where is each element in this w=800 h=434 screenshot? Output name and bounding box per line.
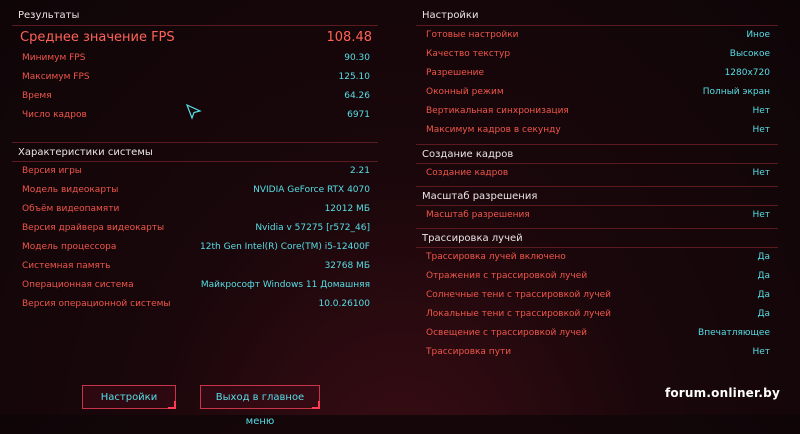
avg-fps-value: 108.48 (326, 30, 373, 45)
setting-label: Разрешение (426, 68, 485, 78)
setting-row: Разрешение 1280x720 (416, 64, 778, 83)
spec-row: Модель видеокарты NVIDIA GeForce RTX 407… (12, 181, 378, 200)
spec-label: Системная память (22, 261, 111, 271)
setting-value: Да (757, 252, 770, 262)
setting-label: Трассировка лучей включено (426, 252, 566, 262)
setting-value: Нет (752, 210, 770, 220)
pointer-cursor-icon (185, 103, 202, 124)
spec-label: Модель видеокарты (22, 185, 119, 195)
setting-value: Иное (746, 30, 770, 40)
setting-value: Полный экран (702, 87, 770, 97)
spec-label: Операционная система (22, 280, 134, 290)
setting-value: Да (757, 309, 770, 319)
right-panel: Настройки Готовые настройки Иное Качеств… (416, 6, 778, 366)
setting-value: Нет (752, 168, 770, 178)
setting-row: Вертикальная синхронизация Нет (416, 102, 778, 121)
setting-row: Трассировка пути Нет (416, 343, 778, 362)
setting-label: Трассировка пути (426, 347, 512, 357)
spec-row: Объём видеопамяти 12012 МБ (12, 200, 378, 219)
stat-row: Максимум FPS 125.10 (12, 68, 378, 87)
res-scale-title: Масштаб разрешения (416, 186, 778, 206)
spec-value: 2.21 (349, 166, 370, 176)
setting-row: Максимум кадров в секунду Нет (416, 121, 778, 140)
setting-row: Оконный режим Полный экран (416, 83, 778, 102)
setting-label: Солнечные тени с трассировкой лучей (426, 290, 612, 300)
setting-label: Вертикальная синхронизация (426, 106, 569, 116)
stat-label: Максимум FPS (22, 72, 90, 82)
res-scale-section: Масштаб разрешения Масштаб разрешения Не… (416, 186, 778, 225)
setting-row: Масштаб разрешения Нет (416, 206, 778, 225)
avg-fps-label: Среднее значение FPS (20, 30, 175, 45)
setting-row: Освещение с трассировкой лучей Впечатляю… (416, 324, 778, 343)
setting-label: Отражения с трассировкой лучей (426, 271, 588, 281)
spec-row: Версия драйвера видеокарты Nvidia v 5727… (12, 219, 378, 238)
ray-tracing-section: Трассировка лучей Трассировка лучей вклю… (416, 228, 778, 362)
spec-row: Системная память 32768 МБ (12, 257, 378, 276)
spec-value: NVIDIA GeForce RTX 4070 (253, 185, 370, 195)
setting-value: Да (757, 290, 770, 300)
setting-row: Качество текстур Высокое (416, 45, 778, 64)
main-menu-button[interactable]: Выход в главное меню (200, 385, 320, 427)
spec-value: 10.0.26100 (318, 299, 370, 309)
setting-value: Нет (752, 347, 770, 357)
spec-value: Nvidia v 57275 [r572_46] (255, 223, 370, 233)
setting-value: Нет (752, 106, 770, 116)
setting-row: Трассировка лучей включено Да (416, 248, 778, 267)
stat-label: Время (22, 91, 52, 101)
stat-label: Минимум FPS (22, 53, 86, 63)
setting-value: Да (757, 271, 770, 281)
setting-row: Локальные тени с трассировкой лучей Да (416, 305, 778, 324)
setting-label: Максимум кадров в секунду (426, 125, 561, 135)
watermark: forum.onliner.by (664, 386, 780, 400)
stat-row: Минимум FPS 90.30 (12, 49, 378, 68)
stat-value: 64.26 (344, 91, 370, 101)
spec-label: Модель процессора (22, 242, 117, 252)
setting-label: Качество текстур (426, 49, 511, 59)
settings-section: Настройки Готовые настройки Иное Качеств… (416, 6, 778, 140)
spec-value: 32768 МБ (324, 261, 370, 271)
spec-row: Версия игры 2.21 (12, 162, 378, 181)
setting-label: Локальные тени с трассировкой лучей (426, 309, 612, 319)
frame-gen-section: Создание кадров Создание кадров Нет (416, 144, 778, 183)
spec-row: Версия операционной системы 10.0.26100 (12, 295, 378, 314)
setting-row: Отражения с трассировкой лучей Да (416, 267, 778, 286)
stat-label: Число кадров (22, 110, 87, 120)
setting-label: Масштаб разрешения (426, 210, 530, 220)
stat-value: 125.10 (338, 72, 371, 82)
avg-fps-row: Среднее значение FPS 108.48 (12, 27, 378, 49)
setting-value: Впечатляющее (698, 328, 770, 338)
settings-button[interactable]: Настройки (82, 385, 176, 409)
left-panel: Результаты Среднее значение FPS 108.48 М… (12, 6, 378, 326)
spec-label: Версия драйвера видеокарты (22, 223, 165, 233)
spec-value: 12012 МБ (324, 204, 370, 214)
spec-label: Объём видеопамяти (22, 204, 120, 214)
stat-value: 90.30 (344, 53, 370, 63)
setting-label: Освещение с трассировкой лучей (426, 328, 588, 338)
setting-row: Создание кадров Нет (416, 164, 778, 183)
setting-value: Высокое (729, 49, 770, 59)
setting-value: Нет (752, 125, 770, 135)
results-title: Результаты (12, 6, 378, 26)
spec-row: Модель процессора 12th Gen Intel(R) Core… (12, 238, 378, 257)
ray-tracing-title: Трассировка лучей (416, 228, 778, 248)
stat-value: 6971 (347, 110, 370, 120)
setting-row: Готовые настройки Иное (416, 26, 778, 45)
spec-label: Версия операционной системы (22, 299, 171, 309)
spec-label: Версия игры (22, 166, 82, 176)
system-section: Характеристики системы Версия игры 2.21 … (12, 142, 378, 314)
setting-value: 1280x720 (724, 68, 770, 78)
spec-row: Операционная система Майкрософт Windows … (12, 276, 378, 295)
spec-value: Майкрософт Windows 11 Домашняя (200, 280, 370, 290)
setting-label: Создание кадров (426, 168, 509, 178)
settings-title: Настройки (416, 6, 778, 26)
setting-row: Солнечные тени с трассировкой лучей Да (416, 286, 778, 305)
frame-gen-title: Создание кадров (416, 144, 778, 164)
spec-value: 12th Gen Intel(R) Core(TM) i5-12400F (200, 242, 370, 252)
setting-label: Готовые настройки (426, 30, 519, 40)
setting-label: Оконный режим (426, 87, 504, 97)
system-title: Характеристики системы (12, 142, 378, 162)
